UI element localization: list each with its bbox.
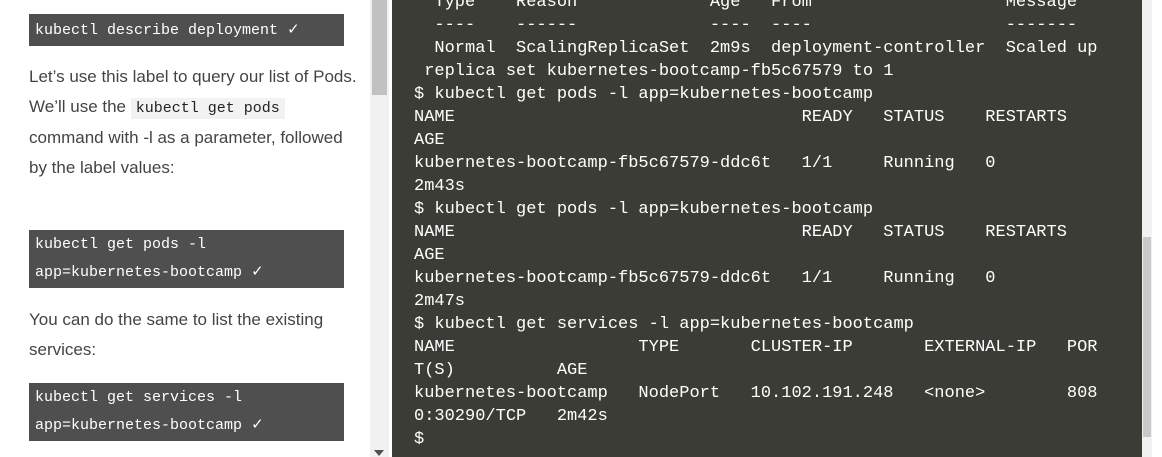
command-text-line-2: app=kubernetes-bootcamp [35, 417, 243, 434]
command-text-line-1: kubectl get services -l [35, 389, 243, 406]
tutorial-pane: kubectl describe deployment ✓ Let’s use … [0, 0, 370, 457]
command-text: kubectl describe deployment [35, 22, 279, 39]
command-text-line-1: kubectl get pods -l [35, 236, 207, 253]
tutorial-scrollbar[interactable] [370, 0, 389, 457]
command-block-describe-deployment[interactable]: kubectl describe deployment ✓ [29, 14, 344, 46]
terminal[interactable]: Type Reason Age From Message ---- ------… [392, 0, 1152, 457]
instruction-paragraph-services: You can do the same to list the existing… [29, 305, 364, 364]
paragraph-text: You can do the same to list the existing… [29, 310, 324, 359]
terminal-scrollbar-thumb[interactable] [1143, 237, 1151, 437]
paragraph-text: command with -l as a parameter, followed… [29, 128, 343, 177]
check-icon: ✓ [287, 20, 300, 38]
terminal-scrollbar[interactable] [1142, 0, 1152, 457]
terminal-output: Type Reason Age From Message ---- ------… [414, 0, 1098, 449]
command-block-get-services[interactable]: kubectl get services -l app=kubernetes-b… [29, 383, 344, 441]
command-text-line-2: app=kubernetes-bootcamp [35, 264, 243, 281]
scrollbar-thumb[interactable] [372, 0, 387, 95]
instruction-paragraph-pods: Let’s use this label to query our list o… [29, 62, 364, 182]
inline-code-get-pods: kubectl get pods [130, 97, 285, 119]
scroll-down-arrow-icon[interactable] [374, 450, 384, 456]
check-icon: ✓ [251, 415, 264, 433]
command-block-get-pods[interactable]: kubectl get pods -l app=kubernetes-bootc… [29, 230, 344, 288]
check-icon: ✓ [251, 262, 264, 280]
